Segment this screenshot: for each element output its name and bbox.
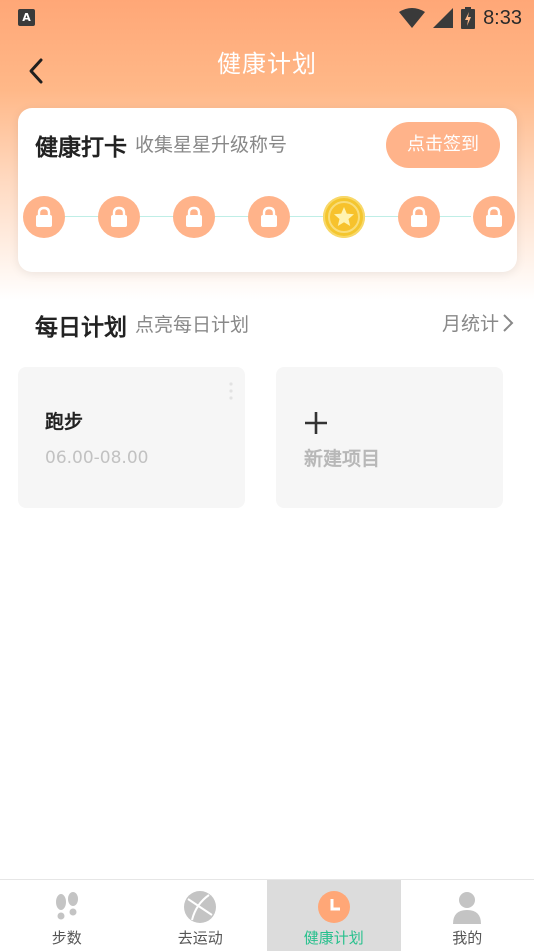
checkin-card: 健康打卡 收集星星升级称号 点击签到	[18, 108, 517, 272]
chevron-right-icon	[501, 312, 515, 334]
battery-charging-icon	[461, 7, 475, 29]
daily-plan-header: 每日计划 点亮每日计划 月统计	[35, 306, 515, 340]
locked-badge	[248, 196, 290, 238]
lock-icon	[184, 206, 204, 228]
nav-bar: 健康计划	[0, 36, 534, 92]
new-plan-label: 新建项目	[304, 444, 380, 471]
ball-icon	[183, 890, 217, 924]
checkin-title: 健康打卡	[35, 128, 127, 162]
bottom-tab-bar: 步数 去运动 健康计划 我的	[0, 879, 534, 951]
monthly-stats-label: 月统计	[442, 309, 499, 336]
status-indicators: 8:33	[399, 6, 522, 30]
new-plan-button[interactable]: 新建项目	[276, 367, 503, 508]
tab-label: 去运动	[134, 927, 268, 948]
lock-icon	[484, 206, 504, 228]
wifi-icon	[399, 8, 425, 28]
tab-exercise[interactable]: 去运动	[134, 880, 268, 951]
checkin-subtitle: 收集星星升级称号	[135, 130, 287, 157]
current-star-badge	[323, 196, 365, 238]
lock-icon	[409, 206, 429, 228]
locked-badge	[98, 196, 140, 238]
plan-name: 跑步	[45, 407, 83, 434]
daily-plan-subtitle: 点亮每日计划	[135, 310, 249, 337]
checkin-button[interactable]: 点击签到	[386, 122, 500, 168]
status-bar: A 8:33	[0, 0, 534, 36]
monthly-stats-link[interactable]: 月统计	[442, 309, 515, 336]
tab-label: 步数	[0, 927, 134, 948]
plan-card[interactable]: 跑步 06.00-08.00	[18, 367, 245, 508]
app-notification-icon: A	[18, 9, 35, 26]
locked-badge	[23, 196, 65, 238]
tab-health-plan[interactable]: 健康计划	[267, 880, 401, 951]
cellular-signal-icon	[433, 8, 453, 28]
page-title: 健康计划	[0, 44, 534, 79]
clock-icon	[317, 890, 351, 924]
locked-badge	[173, 196, 215, 238]
lock-icon	[109, 206, 129, 228]
footprints-icon	[50, 890, 84, 924]
tab-label: 我的	[401, 927, 534, 948]
lock-icon	[259, 206, 279, 228]
plan-time: 06.00-08.00	[45, 448, 148, 468]
lock-icon	[34, 206, 54, 228]
tab-steps[interactable]: 步数	[0, 880, 134, 951]
daily-plan-title: 每日计划	[35, 308, 127, 342]
more-vertical-icon[interactable]	[229, 381, 233, 401]
star-coin-icon	[327, 200, 361, 234]
person-icon	[450, 890, 484, 924]
tab-profile[interactable]: 我的	[401, 880, 534, 951]
locked-badge	[473, 196, 515, 238]
tab-label: 健康计划	[267, 927, 401, 948]
plus-icon	[304, 411, 328, 435]
locked-badge	[398, 196, 440, 238]
status-time: 8:33	[483, 7, 522, 30]
